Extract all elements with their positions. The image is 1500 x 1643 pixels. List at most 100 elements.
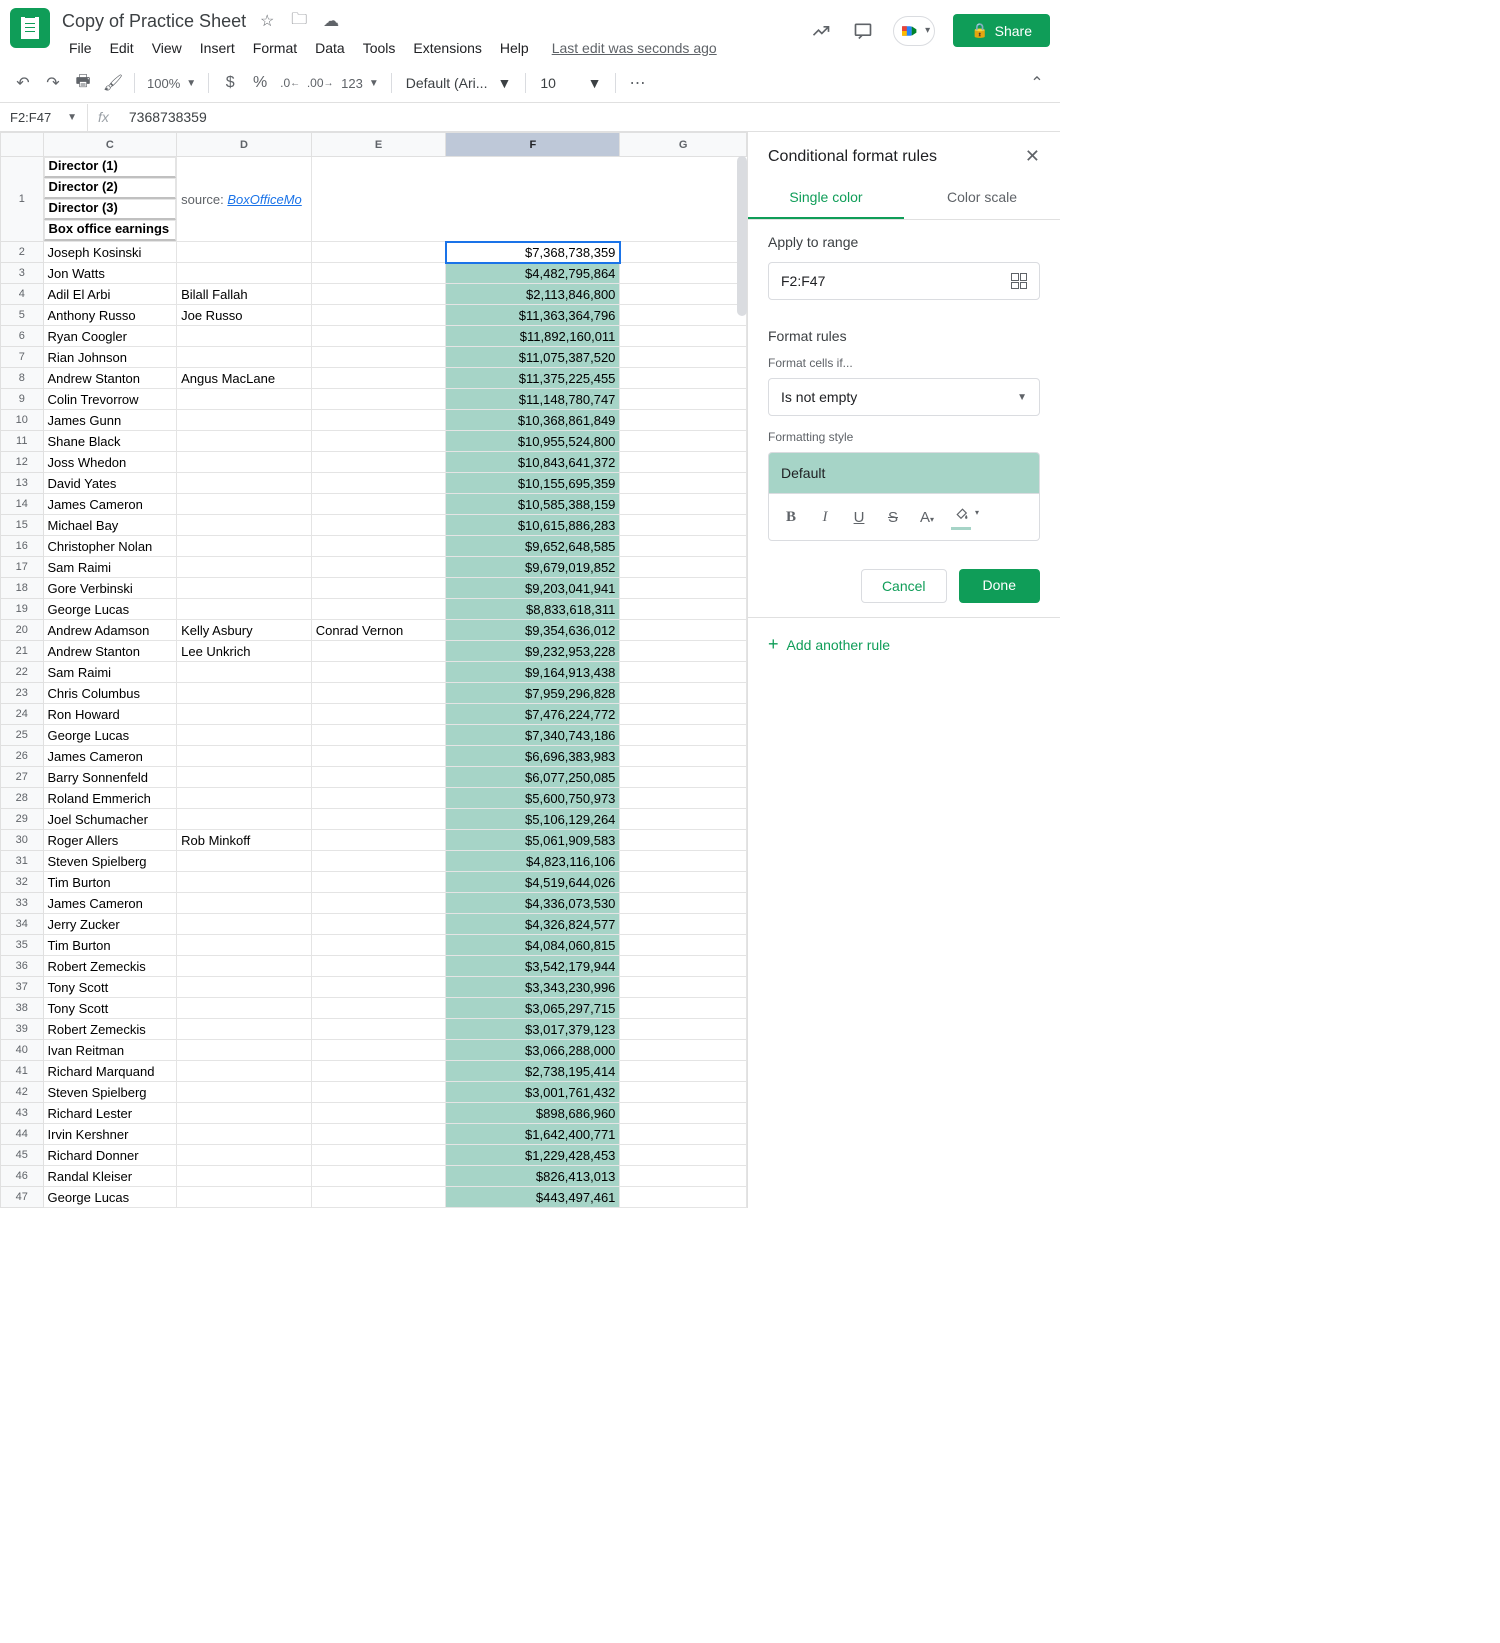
cell[interactable]: Anthony Russo	[43, 305, 177, 326]
cell[interactable]: $10,585,388,159	[446, 494, 620, 515]
cell[interactable]	[620, 515, 747, 536]
range-input[interactable]: F2:F47	[768, 262, 1040, 300]
cell[interactable]: $3,066,288,000	[446, 1040, 620, 1061]
cell[interactable]: Tim Burton	[43, 935, 177, 956]
row-header[interactable]: 24	[1, 704, 44, 725]
cell[interactable]	[620, 1166, 747, 1187]
cell[interactable]	[311, 662, 446, 683]
cell[interactable]	[620, 305, 747, 326]
cell[interactable]	[311, 284, 446, 305]
italic-icon[interactable]: I	[815, 509, 835, 526]
cell[interactable]: $6,077,250,085	[446, 767, 620, 788]
collapse-toolbar-icon[interactable]: ⌃	[1024, 70, 1050, 96]
cell[interactable]: $5,106,129,264	[446, 809, 620, 830]
cell[interactable]: Ryan Coogler	[43, 326, 177, 347]
cell[interactable]	[177, 746, 312, 767]
cell[interactable]: Box office earnings	[44, 220, 177, 241]
cell[interactable]: $7,476,224,772	[446, 704, 620, 725]
star-icon[interactable]: ☆	[258, 12, 276, 30]
cell[interactable]	[311, 1187, 446, 1208]
cell[interactable]: $3,017,379,123	[446, 1019, 620, 1040]
tab-color-scale[interactable]: Color scale	[904, 177, 1060, 219]
cell[interactable]: $9,232,953,228	[446, 641, 620, 662]
cell[interactable]: Steven Spielberg	[43, 1082, 177, 1103]
cell[interactable]	[620, 494, 747, 515]
done-button[interactable]: Done	[959, 569, 1040, 603]
row-header[interactable]: 39	[1, 1019, 44, 1040]
last-edit-link[interactable]: Last edit was seconds ago	[552, 40, 717, 56]
cell[interactable]	[620, 704, 747, 725]
condition-select[interactable]: Is not empty▼	[768, 378, 1040, 416]
row-header[interactable]: 42	[1, 1082, 44, 1103]
cell[interactable]	[620, 893, 747, 914]
cell[interactable]	[620, 431, 747, 452]
cell[interactable]: $9,679,019,852	[446, 557, 620, 578]
cell[interactable]: Bilall Fallah	[177, 284, 312, 305]
cell[interactable]: Andrew Stanton	[43, 641, 177, 662]
cell[interactable]	[620, 977, 747, 998]
row-header[interactable]: 20	[1, 620, 44, 641]
row-header[interactable]: 3	[1, 263, 44, 284]
cell[interactable]	[177, 536, 312, 557]
cell[interactable]	[177, 977, 312, 998]
cell[interactable]: Chris Columbus	[43, 683, 177, 704]
cell[interactable]	[620, 725, 747, 746]
row-header[interactable]: 17	[1, 557, 44, 578]
cell[interactable]: Sam Raimi	[43, 662, 177, 683]
cell[interactable]	[311, 431, 446, 452]
cell[interactable]	[311, 557, 446, 578]
cell[interactable]	[311, 1019, 446, 1040]
cell[interactable]	[620, 809, 747, 830]
cell[interactable]: $11,363,364,796	[446, 305, 620, 326]
menu-edit[interactable]: Edit	[103, 36, 141, 60]
cell[interactable]	[311, 410, 446, 431]
cell[interactable]: Richard Lester	[43, 1103, 177, 1124]
document-title[interactable]: Copy of Practice Sheet	[62, 11, 246, 32]
cell[interactable]: Lee Unkrich	[177, 641, 312, 662]
cell[interactable]	[620, 410, 747, 431]
cell[interactable]: James Cameron	[43, 893, 177, 914]
cell[interactable]: Michael Bay	[43, 515, 177, 536]
cell[interactable]: $6,696,383,983	[446, 746, 620, 767]
cell[interactable]: $10,615,886,283	[446, 515, 620, 536]
row-header[interactable]: 8	[1, 368, 44, 389]
cell[interactable]: $11,148,780,747	[446, 389, 620, 410]
cell[interactable]	[177, 1040, 312, 1061]
cell[interactable]	[311, 725, 446, 746]
row-header[interactable]: 25	[1, 725, 44, 746]
cell[interactable]	[177, 452, 312, 473]
cell[interactable]	[177, 1187, 312, 1208]
fill-color-icon[interactable]: ▾	[951, 504, 971, 530]
cell[interactable]: Joss Whedon	[43, 452, 177, 473]
cell[interactable]	[620, 284, 747, 305]
cell[interactable]	[620, 830, 747, 851]
cell[interactable]	[311, 599, 446, 620]
cell[interactable]	[177, 851, 312, 872]
number-format-select[interactable]: 123▼	[337, 76, 383, 91]
cell[interactable]: $3,065,297,715	[446, 998, 620, 1019]
cell[interactable]	[177, 389, 312, 410]
cell[interactable]	[177, 242, 312, 263]
cell[interactable]: Richard Donner	[43, 1145, 177, 1166]
cell[interactable]	[620, 1082, 747, 1103]
cell[interactable]: $7,340,743,186	[446, 725, 620, 746]
cell[interactable]: George Lucas	[43, 599, 177, 620]
cell[interactable]	[620, 389, 747, 410]
cell[interactable]: Randal Kleiser	[43, 1166, 177, 1187]
cell[interactable]: Joseph Kosinski	[43, 242, 177, 263]
menu-tools[interactable]: Tools	[356, 36, 403, 60]
cell[interactable]: $4,326,824,577	[446, 914, 620, 935]
cell[interactable]	[620, 998, 747, 1019]
cell[interactable]: David Yates	[43, 473, 177, 494]
share-button[interactable]: 🔒 Share	[953, 14, 1050, 47]
cell[interactable]	[177, 347, 312, 368]
cell[interactable]	[620, 851, 747, 872]
cell[interactable]	[177, 1082, 312, 1103]
cell[interactable]	[177, 704, 312, 725]
cell[interactable]	[177, 431, 312, 452]
cell[interactable]	[177, 893, 312, 914]
cell[interactable]	[620, 746, 747, 767]
text-color-icon[interactable]: A▾	[917, 509, 937, 526]
menu-file[interactable]: File	[62, 36, 99, 60]
cell[interactable]: Tony Scott	[43, 977, 177, 998]
